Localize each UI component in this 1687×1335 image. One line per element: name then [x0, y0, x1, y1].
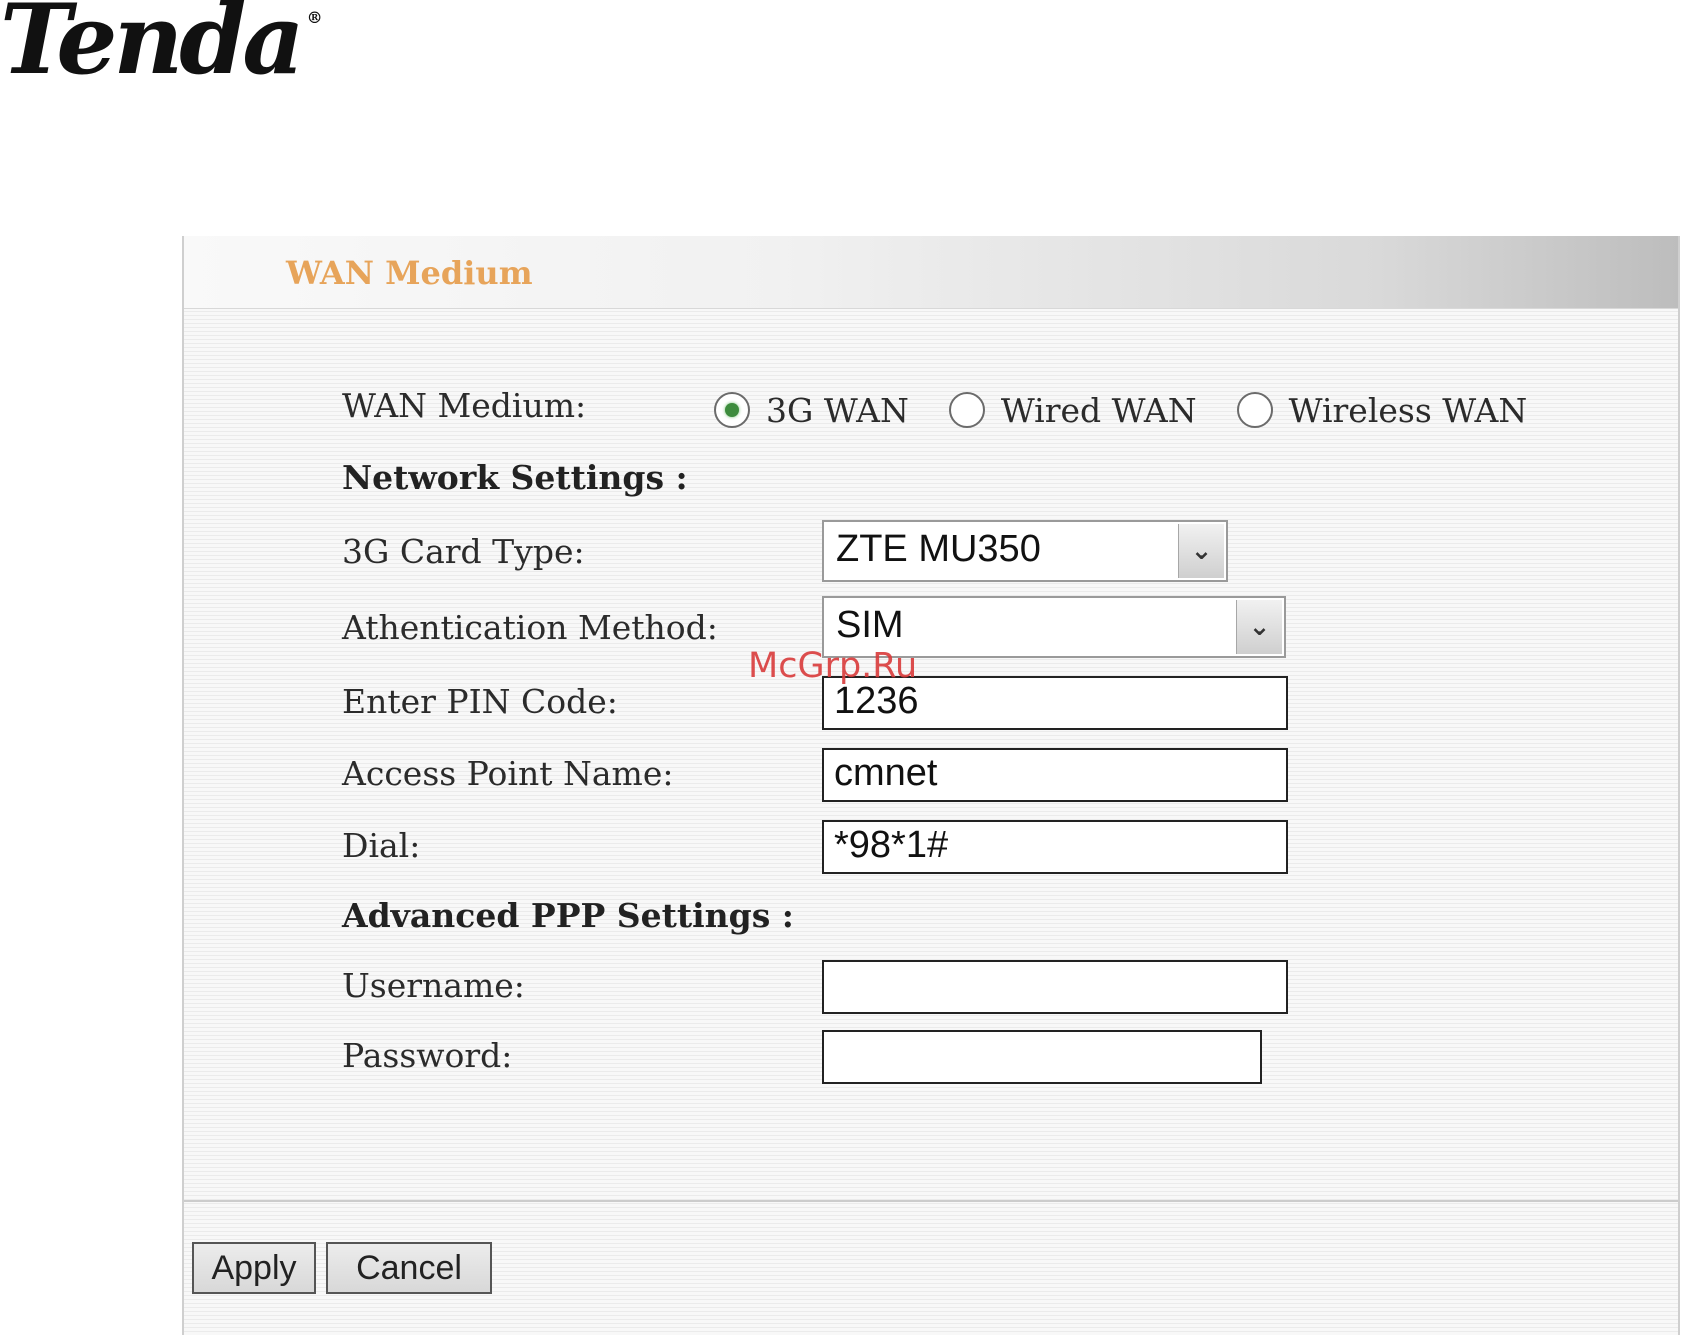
footer-divider [184, 1200, 1678, 1202]
apply-button[interactable]: Apply [192, 1242, 316, 1294]
auth-method-value: SIM [836, 604, 904, 646]
card-type-value: ZTE MU350 [836, 528, 1041, 570]
apn-label: Access Point Name: [342, 754, 674, 793]
radio-selected-dot [725, 403, 739, 417]
watermark-text: McGrp.Ru [748, 646, 918, 686]
panel-header: WAN Medium [184, 236, 1678, 309]
tenda-logo: Tenda ® [0, 0, 323, 88]
password-label: Password: [342, 1036, 513, 1075]
apn-value: cmnet [834, 752, 938, 794]
username-input[interactable] [822, 960, 1288, 1014]
wan-medium-radio-group: 3G WAN Wired WAN Wireless WAN [714, 388, 1567, 432]
dial-input[interactable]: *98*1# [822, 820, 1288, 874]
auth-method-label: Athentication Method: [342, 608, 718, 647]
cancel-button[interactable]: Cancel [326, 1242, 492, 1294]
registered-mark: ® [306, 8, 323, 27]
dial-label: Dial: [342, 826, 421, 865]
pin-code-value: 1236 [834, 680, 919, 722]
radio-wired-wan-circle[interactable] [948, 392, 985, 428]
radio-3g-wan-label[interactable]: 3G WAN [766, 391, 909, 430]
radio-wired-wan[interactable]: Wired WAN [948, 391, 1197, 430]
radio-3g-wan-circle[interactable] [714, 392, 750, 428]
radio-wired-wan-label[interactable]: Wired WAN [1001, 391, 1197, 430]
panel-title: WAN Medium [286, 254, 533, 292]
chevron-down-icon[interactable]: ⌄ [1236, 600, 1282, 654]
card-type-label: 3G Card Type: [342, 532, 585, 571]
username-label: Username: [342, 966, 525, 1005]
dial-value: *98*1# [834, 824, 949, 866]
network-settings-heading: Network Settings : [342, 458, 688, 497]
password-input[interactable] [822, 1030, 1262, 1084]
radio-wireless-wan[interactable]: Wireless WAN [1236, 391, 1528, 430]
pin-code-label: Enter PIN Code: [342, 682, 618, 721]
radio-wireless-wan-circle[interactable] [1236, 392, 1273, 428]
wan-medium-label: WAN Medium: [342, 386, 587, 425]
advanced-ppp-heading: Advanced PPP Settings : [342, 896, 794, 935]
radio-3g-wan[interactable]: 3G WAN [714, 391, 909, 430]
wan-medium-panel: WAN Medium WAN Medium: 3G WAN Wired WAN … [182, 236, 1680, 1335]
chevron-down-icon[interactable]: ⌄ [1178, 524, 1224, 578]
logo-text: Tenda [0, 0, 305, 96]
card-type-select[interactable]: ZTE MU350 ⌄ [822, 520, 1228, 582]
apn-input[interactable]: cmnet [822, 748, 1288, 802]
radio-wireless-wan-label[interactable]: Wireless WAN [1289, 391, 1528, 430]
